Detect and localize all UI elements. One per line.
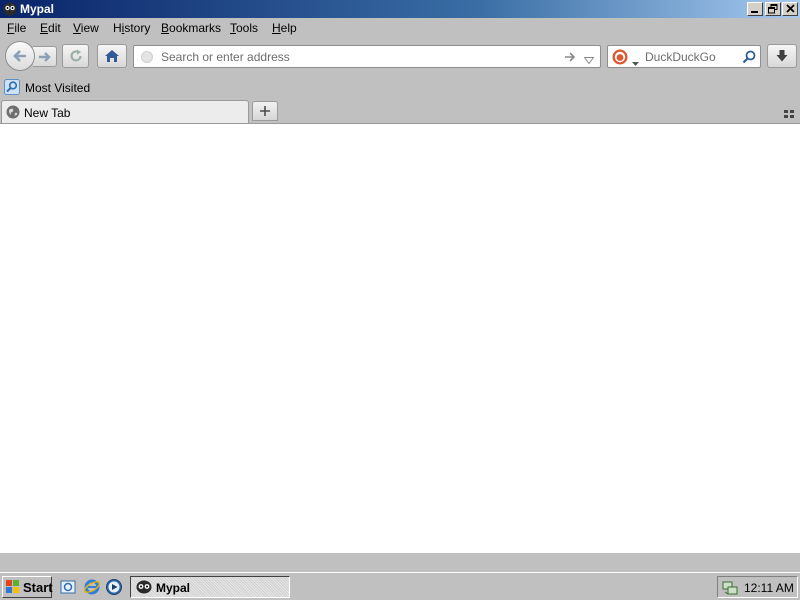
list-all-tabs-icon[interactable] bbox=[784, 107, 794, 121]
back-forward-group bbox=[5, 41, 57, 71]
address-bar[interactable] bbox=[133, 45, 601, 68]
page-content-area[interactable] bbox=[0, 123, 800, 552]
search-input[interactable] bbox=[645, 50, 740, 64]
mypal-app-icon bbox=[136, 580, 152, 597]
search-bar[interactable] bbox=[607, 45, 761, 68]
windows-flag-icon bbox=[6, 580, 20, 597]
bookmark-label: Most Visited bbox=[25, 81, 91, 95]
go-arrow-icon[interactable] bbox=[564, 51, 576, 66]
downloads-button[interactable] bbox=[767, 44, 797, 68]
globe-icon bbox=[6, 105, 20, 122]
back-button[interactable] bbox=[5, 41, 35, 71]
page-identity-icon[interactable] bbox=[141, 51, 153, 66]
menu-bar: File Edit View History Bookmarks Tools H… bbox=[0, 18, 800, 38]
title-bar[interactable]: Mypal bbox=[0, 0, 800, 18]
most-visited-folder-icon bbox=[4, 79, 20, 98]
taskbar: Start Mypal 12:11 AM bbox=[0, 572, 800, 600]
mypal-app-icon[interactable] bbox=[3, 2, 17, 16]
bookmarks-toolbar: Most Visited bbox=[0, 77, 800, 97]
url-input[interactable] bbox=[161, 50, 551, 64]
menu-help[interactable]: Help bbox=[272, 21, 297, 35]
clock[interactable]: 12:11 AM bbox=[744, 581, 794, 595]
tab-strip: New Tab bbox=[0, 99, 800, 123]
internet-explorer-icon[interactable] bbox=[83, 578, 101, 596]
start-button[interactable]: Start bbox=[2, 576, 53, 598]
search-engine-dropdown-icon[interactable] bbox=[632, 55, 639, 69]
menu-file[interactable]: File bbox=[7, 21, 26, 35]
forward-button[interactable] bbox=[33, 46, 57, 67]
menu-view[interactable]: View bbox=[73, 21, 99, 35]
show-desktop-icon[interactable] bbox=[59, 578, 77, 596]
network-icon[interactable] bbox=[722, 580, 738, 599]
status-bar bbox=[0, 552, 800, 572]
tab-new-tab[interactable]: New Tab bbox=[1, 100, 249, 123]
start-label: Start bbox=[23, 580, 53, 595]
menu-history[interactable]: History bbox=[113, 21, 150, 35]
magnifier-icon[interactable] bbox=[742, 50, 756, 67]
duckduckgo-icon[interactable] bbox=[612, 49, 628, 68]
system-tray: 12:11 AM bbox=[717, 576, 798, 598]
tab-label: New Tab bbox=[24, 106, 71, 120]
window-title: Mypal bbox=[20, 2, 55, 16]
menu-tools[interactable]: Tools bbox=[230, 21, 258, 35]
close-button[interactable] bbox=[782, 2, 798, 16]
new-tab-button[interactable] bbox=[252, 101, 278, 121]
menu-edit[interactable]: Edit bbox=[40, 21, 61, 35]
restore-button[interactable] bbox=[765, 2, 781, 16]
reload-button[interactable] bbox=[62, 44, 89, 68]
media-player-icon[interactable] bbox=[105, 578, 123, 596]
dropdown-triangle-icon[interactable] bbox=[583, 53, 595, 67]
taskbar-item-label: Mypal bbox=[156, 581, 191, 595]
minimize-button[interactable] bbox=[747, 2, 763, 16]
home-button[interactable] bbox=[97, 44, 127, 68]
menu-bookmarks[interactable]: Bookmarks bbox=[161, 21, 221, 35]
taskbar-item-mypal[interactable]: Mypal bbox=[130, 576, 290, 598]
navigation-toolbar bbox=[0, 40, 800, 74]
